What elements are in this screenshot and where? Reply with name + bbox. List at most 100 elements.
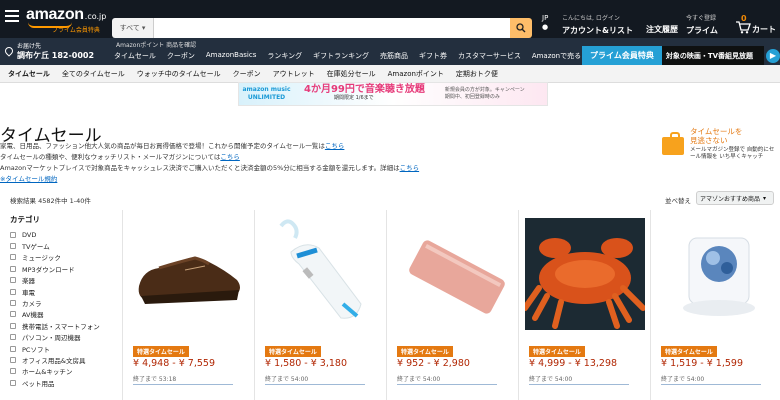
prime-banner-label: プライム会員特典 [582, 46, 662, 65]
ad-brand-line1: amazon music [242, 86, 291, 93]
checkbox[interactable] [10, 322, 16, 329]
humidifier-image[interactable] [261, 218, 381, 330]
search-category-select[interactable]: すべて ▾ [112, 18, 154, 38]
ad-message: 4か月99円で音楽聴き放題 [304, 84, 425, 95]
category-item[interactable]: オフィス用品&文房具 [10, 354, 120, 365]
subnav-all-deals[interactable]: 全てのタイムセール [62, 69, 125, 79]
prime-banner[interactable]: プライム会員特典 対象の映画・TV番組見放題 ▶ [582, 46, 780, 65]
prime-label: プライム [686, 26, 718, 35]
category-item[interactable]: 楽器 [10, 275, 120, 286]
product-price: ¥ 1,580 - ¥ 3,180 [265, 358, 347, 369]
product-card[interactable]: 特選タイムセール ¥ 1,519 - ¥ 1,599 終了まで 54:00 [650, 210, 780, 400]
nav-link-ranking[interactable]: ランキング [267, 51, 302, 61]
leather-shoe-image[interactable] [129, 218, 249, 330]
checkbox[interactable] [10, 356, 16, 363]
nav-link-gift-card[interactable]: ギフト券 [419, 51, 447, 61]
subnav-clearance[interactable]: 在庫処分セール [327, 69, 376, 79]
sidebar-heading: カテゴリ [10, 215, 40, 224]
subnav-watched-deals[interactable]: ウォッチ中のタイムセール [137, 69, 221, 79]
checkbox[interactable] [10, 300, 16, 307]
delivery-location[interactable]: お届け先 調布ケ丘 182-0002 [3, 42, 95, 61]
category-item[interactable]: DVD [10, 229, 120, 240]
checkbox[interactable] [10, 265, 16, 272]
subnav-subscribe[interactable]: 定期おトク便 [456, 69, 498, 79]
crab-image[interactable] [525, 218, 645, 330]
category-label: オフィス用品&文房具 [22, 356, 86, 365]
search-input[interactable] [154, 18, 510, 38]
search-button[interactable] [510, 18, 532, 38]
deal-badge: 特選タイムセール [529, 346, 585, 357]
category-item[interactable]: カメラ [10, 297, 120, 308]
music-ad-banner[interactable]: amazon music UNLIMITED 4か月99円で音楽聴き放題 期間限定… [238, 82, 548, 106]
globe-icon: ● [542, 23, 549, 31]
newsletter-promo[interactable]: タイムセールを 見逃さない メールマガジン登録で 自動的にセール情報を いち早くキ… [662, 125, 774, 173]
category-item[interactable]: TVゲーム [10, 240, 120, 251]
desc-link-1[interactable]: こちら [325, 142, 345, 150]
category-label: パソコン・周辺機器 [22, 334, 81, 343]
subnav-points[interactable]: Amazonポイント [388, 69, 444, 79]
account-menu[interactable]: こんにちは, ログイン アカウント&リスト [562, 14, 633, 35]
product-card[interactable]: 特選タイムセール ¥ 4,999 - ¥ 13,298 終了まで 54:00 [518, 210, 650, 400]
subnav-outlet[interactable]: アウトレット [273, 69, 315, 79]
prime-banner-text: 対象の映画・TV番組見放題 [661, 46, 764, 65]
checkbox[interactable] [10, 368, 16, 375]
checkbox[interactable] [10, 311, 16, 318]
checkbox[interactable] [10, 243, 16, 250]
orders-link[interactable]: 注文履歴 [646, 24, 678, 35]
divider [133, 384, 233, 385]
deal-timer: 終了まで 54:00 [661, 376, 705, 383]
product-card[interactable]: 特選タイムセール ¥ 952 - ¥ 2,980 終了まで 54:00 [386, 210, 518, 400]
cart-button[interactable]: 0 カート [735, 14, 777, 36]
language-selector[interactable]: JP ● [542, 14, 548, 32]
power-bank-image[interactable] [393, 218, 513, 330]
category-label: ミュージック [22, 254, 61, 263]
menu-icon[interactable] [5, 10, 19, 22]
subnav-coupon[interactable]: クーポン [233, 69, 261, 79]
logo-suffix: .co.jp [84, 12, 107, 21]
nav-link-timesale[interactable]: タイムセール [114, 51, 156, 61]
nav-link-coupon[interactable]: クーポン [167, 51, 195, 61]
desc-link-3[interactable]: こちら [400, 164, 420, 172]
category-item[interactable]: ホーム&キッチン [10, 366, 120, 377]
category-item[interactable]: ミュージック [10, 252, 120, 263]
search-bar: すべて ▾ [112, 18, 532, 38]
category-item[interactable]: 携帯電話・スマートフォン [10, 320, 120, 331]
nav-link-customer-service[interactable]: カスタマーサービス [458, 51, 521, 61]
product-card[interactable]: 特選タイムセール ¥ 1,580 - ¥ 3,180 終了まで 54:00 [254, 210, 386, 400]
deliver-address: 調布ケ丘 182-0002 [17, 51, 95, 60]
checkbox[interactable] [10, 277, 16, 284]
deal-timer: 終了まで 53:18 [133, 376, 177, 383]
category-item[interactable]: パソコン・周辺機器 [10, 332, 120, 343]
category-label: ホーム&キッチン [22, 368, 73, 377]
checkbox[interactable] [10, 379, 16, 386]
nav-link-amazonbasics[interactable]: AmazonBasics [206, 51, 256, 61]
category-item[interactable]: PCソフト [10, 343, 120, 354]
checkbox[interactable] [10, 254, 16, 261]
product-price: ¥ 952 - ¥ 2,980 [397, 358, 470, 369]
rules-link[interactable]: ※タイムセール規約 [0, 175, 57, 183]
category-item[interactable]: AV機器 [10, 309, 120, 320]
location-pin-icon [3, 45, 15, 57]
lock-icon [662, 132, 684, 155]
checkbox[interactable] [10, 345, 16, 352]
category-label: カメラ [22, 300, 42, 309]
points-promo[interactable]: Amazonポイント 商品を確認 [116, 40, 196, 49]
category-item[interactable]: ペット用品 [10, 377, 120, 388]
sub-nav: タイムセール 全てのタイムセール ウォッチ中のタイムセール クーポン アウトレッ… [0, 65, 780, 83]
checkbox[interactable] [10, 288, 16, 295]
subnav-timesale[interactable]: タイムセール [8, 69, 50, 79]
nav-link-gift-ranking[interactable]: ギフトランキング [313, 51, 369, 61]
product-card[interactable]: 特選タイムセール ¥ 4,948 - ¥ 7,559 終了まで 53:18 [122, 210, 254, 400]
category-item[interactable]: 車電 [10, 286, 120, 297]
category-item[interactable]: MP3ダウンロード [10, 263, 120, 274]
nav-link-bestsellers[interactable]: 売筋商品 [380, 51, 408, 61]
lamp-speaker-image[interactable] [657, 218, 777, 330]
amazon-logo[interactable]: amazon.co.jp プライム会員特典 [26, 4, 106, 34]
sort-select[interactable]: アマゾンおすすめ商品 ▾ [696, 191, 774, 205]
checkbox[interactable] [10, 231, 16, 238]
deal-badge: 特選タイムセール [265, 346, 321, 357]
desc-link-2[interactable]: こちら [220, 153, 240, 161]
nav-link-sell[interactable]: Amazonで売る [532, 51, 581, 61]
checkbox[interactable] [10, 334, 16, 341]
prime-menu[interactable]: 今すぐ登録 プライム [686, 14, 718, 35]
